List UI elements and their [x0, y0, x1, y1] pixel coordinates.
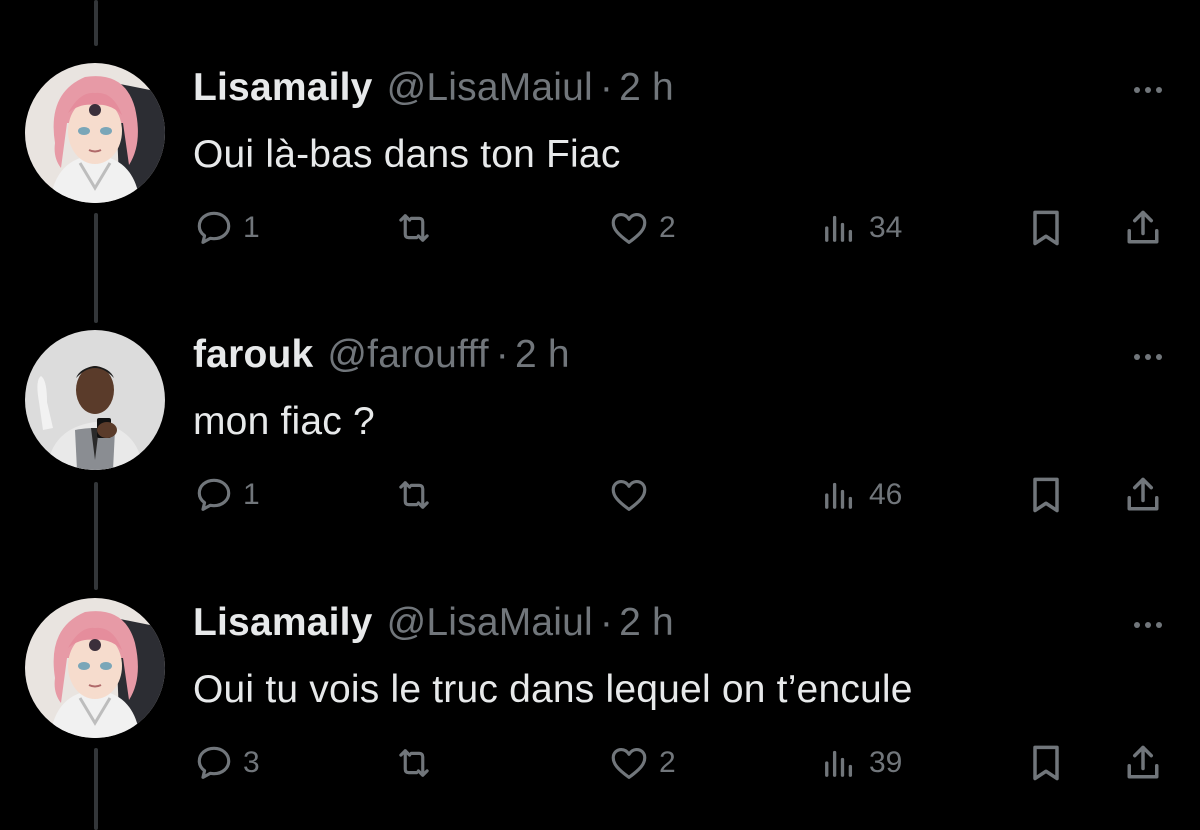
- bookmark-button[interactable]: [1024, 203, 1068, 253]
- bar-chart-icon: [817, 474, 861, 516]
- speech-bubble-icon: [193, 742, 235, 784]
- display-name[interactable]: farouk: [193, 330, 313, 380]
- reply-count: 1: [243, 478, 260, 511]
- reply-button[interactable]: 1: [193, 203, 260, 253]
- display-name[interactable]: Lisamaily: [193, 598, 373, 648]
- bookmark-icon: [1024, 741, 1068, 785]
- more-dots-icon[interactable]: [1120, 75, 1176, 105]
- tweet-header: Lisamaily @LisaMaiul · 2 h: [193, 63, 674, 113]
- retweet-arrows-icon: [392, 474, 436, 516]
- bookmark-icon: [1024, 473, 1068, 517]
- tweet[interactable]: Lisamaily @LisaMaiul · 2 h Oui tu vois l…: [0, 598, 1200, 830]
- user-handle[interactable]: @faroufff: [327, 330, 488, 380]
- bar-chart-icon: [817, 207, 861, 249]
- tweet-header: Lisamaily @LisaMaiul · 2 h: [193, 598, 674, 648]
- reply-thread: Lisamaily @LisaMaiul · 2 h Oui là-bas da…: [0, 0, 1200, 830]
- share-button[interactable]: [1120, 738, 1166, 788]
- bookmark-icon: [1024, 206, 1068, 250]
- like-count: 2: [659, 746, 676, 779]
- share-upload-icon: [1120, 206, 1166, 250]
- tweet-text: Oui tu vois le truc dans lequel on t’enc…: [193, 668, 913, 711]
- like-button[interactable]: [607, 470, 659, 520]
- share-button[interactable]: [1120, 203, 1166, 253]
- user-handle[interactable]: @LisaMaiul: [387, 598, 593, 648]
- like-button[interactable]: 2: [607, 203, 676, 253]
- tweet-text: Oui là-bas dans ton Fiac: [193, 133, 621, 176]
- thread-line-top: [94, 0, 98, 46]
- retweet-arrows-icon: [392, 207, 436, 249]
- view-count: 39: [869, 746, 903, 779]
- timestamp[interactable]: 2 h: [619, 598, 674, 648]
- heart-icon: [607, 474, 651, 516]
- heart-icon: [607, 207, 651, 249]
- view-count: 34: [869, 211, 903, 244]
- more-dots-icon[interactable]: [1120, 610, 1176, 640]
- tweet[interactable]: Lisamaily @LisaMaiul · 2 h Oui là-bas da…: [0, 63, 1200, 331]
- like-button[interactable]: 2: [607, 738, 676, 788]
- retweet-button[interactable]: [392, 738, 444, 788]
- bookmark-button[interactable]: [1024, 738, 1068, 788]
- views-button[interactable]: 39: [817, 738, 902, 788]
- more-dots-icon[interactable]: [1120, 342, 1176, 372]
- bar-chart-icon: [817, 742, 861, 784]
- view-count: 46: [869, 478, 903, 511]
- display-name[interactable]: Lisamaily: [193, 63, 373, 113]
- like-count: 2: [659, 211, 676, 244]
- separator-dot: ·: [599, 601, 614, 644]
- timestamp[interactable]: 2 h: [619, 63, 674, 113]
- views-button[interactable]: 34: [817, 203, 902, 253]
- tweet-header: farouk @faroufff · 2 h: [193, 330, 570, 380]
- share-upload-icon: [1120, 741, 1166, 785]
- speech-bubble-icon: [193, 474, 235, 516]
- avatar[interactable]: [25, 63, 165, 203]
- tweet[interactable]: farouk @faroufff · 2 h mon fiac ? 1 46: [0, 330, 1200, 598]
- retweet-arrows-icon: [392, 742, 436, 784]
- share-upload-icon: [1120, 473, 1166, 517]
- user-handle[interactable]: @LisaMaiul: [387, 63, 593, 113]
- avatar[interactable]: [25, 598, 165, 738]
- tweet-text: mon fiac ?: [193, 400, 375, 443]
- separator-dot: ·: [599, 66, 614, 109]
- avatar[interactable]: [25, 330, 165, 470]
- retweet-button[interactable]: [392, 470, 444, 520]
- views-button[interactable]: 46: [817, 470, 902, 520]
- timestamp[interactable]: 2 h: [515, 330, 570, 380]
- reply-button[interactable]: 1: [193, 470, 260, 520]
- reply-count: 1: [243, 211, 260, 244]
- retweet-button[interactable]: [392, 203, 444, 253]
- bookmark-button[interactable]: [1024, 470, 1068, 520]
- speech-bubble-icon: [193, 207, 235, 249]
- share-button[interactable]: [1120, 470, 1166, 520]
- reply-count: 3: [243, 746, 260, 779]
- heart-icon: [607, 742, 651, 784]
- separator-dot: ·: [495, 333, 509, 376]
- reply-button[interactable]: 3: [193, 738, 260, 788]
